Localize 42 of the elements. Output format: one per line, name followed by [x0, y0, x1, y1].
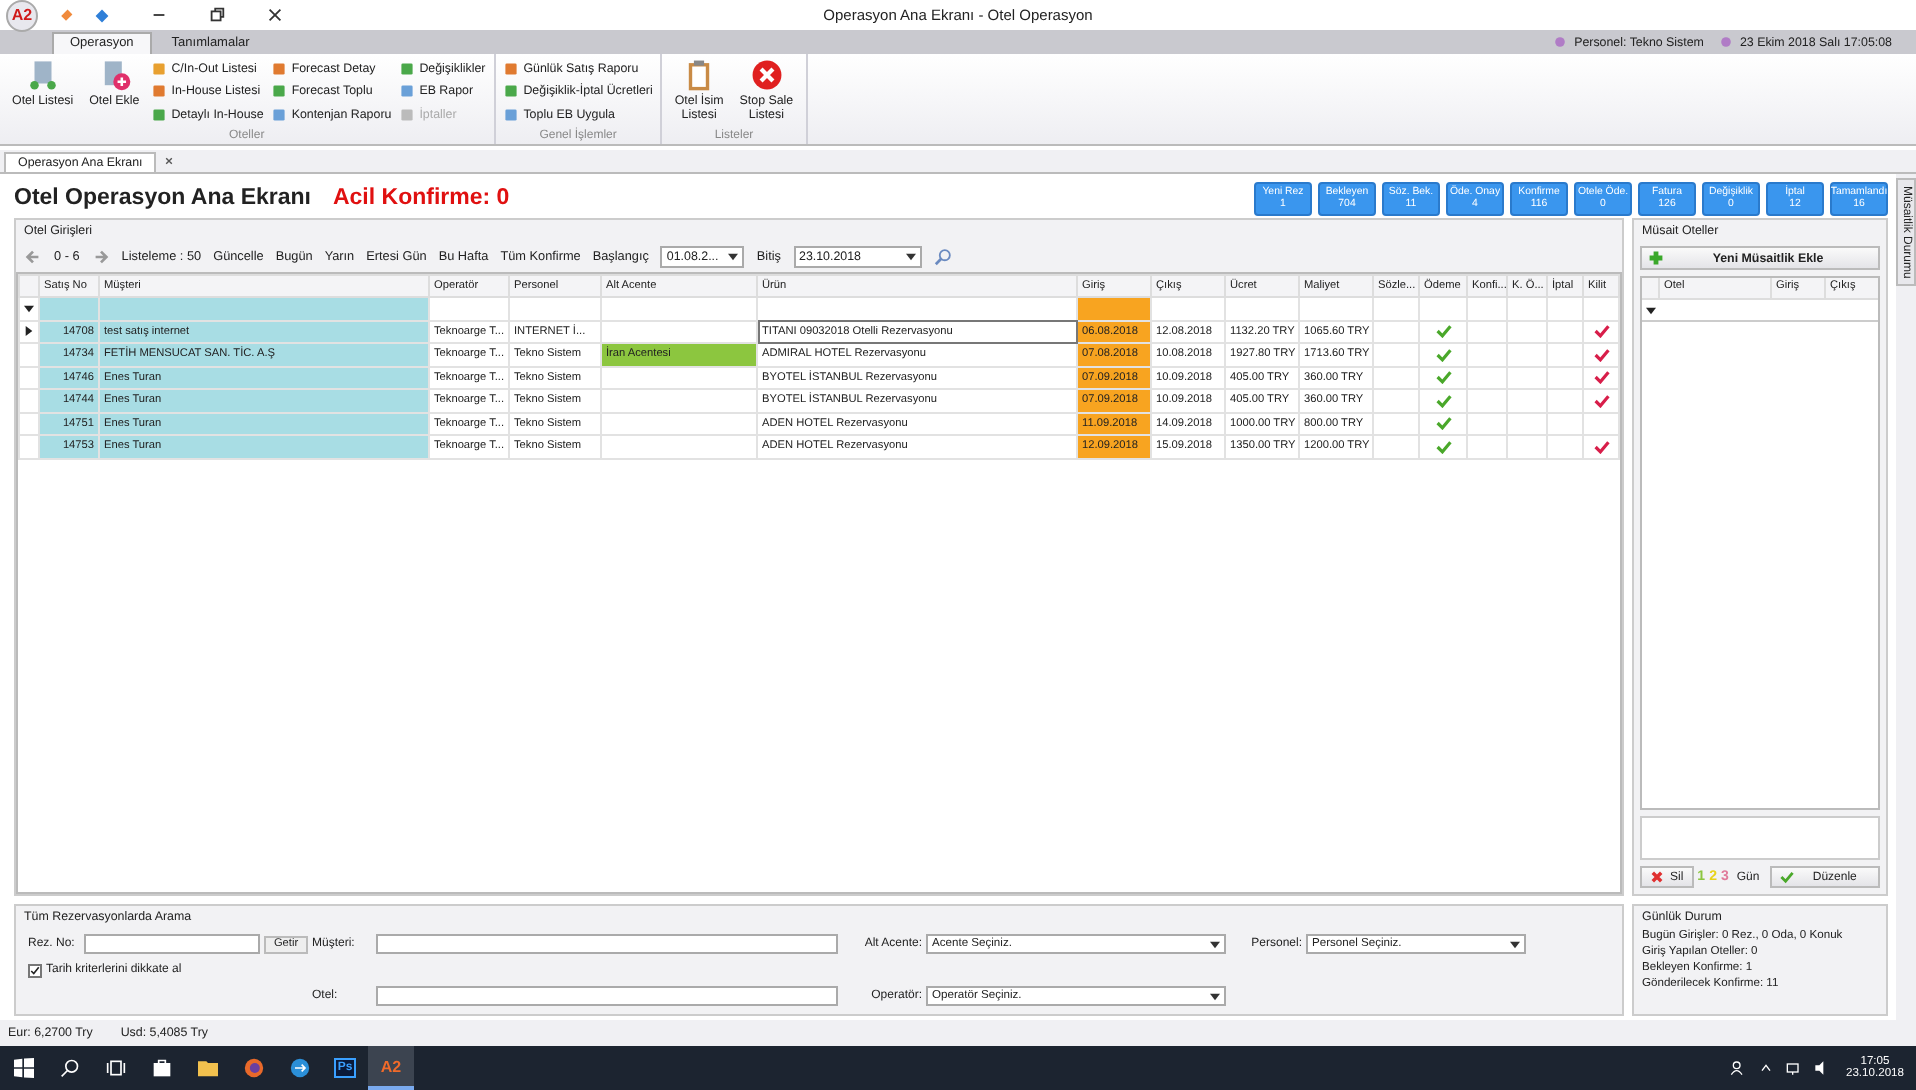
search-icon[interactable] — [933, 247, 951, 265]
caret-icon — [1210, 991, 1220, 1001]
app-logo: A2 — [380, 1057, 402, 1075]
user-icon — [1554, 36, 1567, 48]
windows-logo-icon — [13, 1058, 33, 1078]
search-icon — [59, 1058, 79, 1078]
building-icon — [25, 58, 60, 92]
filter-icon[interactable] — [1646, 305, 1656, 315]
check-icon — [1593, 439, 1609, 454]
caret-icon — [1210, 939, 1220, 949]
hotel-field[interactable] — [376, 986, 838, 1006]
note-field[interactable] — [1640, 816, 1880, 860]
caret-icon — [728, 251, 739, 261]
clock-icon — [1719, 36, 1732, 48]
task-view-icon — [105, 1058, 125, 1078]
browser-icon — [243, 1058, 263, 1078]
page-title: Otel Operasyon Ana Ekranı — [14, 186, 311, 210]
cross-icon — [1650, 870, 1664, 884]
alert-label: Acil Konfirme: 0 — [332, 186, 510, 210]
folder-icon — [197, 1058, 217, 1078]
close-icon[interactable] — [266, 6, 284, 24]
current-row-icon — [24, 326, 34, 337]
close-icon[interactable] — [162, 154, 177, 168]
diamond-icon[interactable] — [94, 7, 110, 23]
chevron-up-icon[interactable] — [1757, 1060, 1774, 1076]
back-arrow-icon[interactable] — [24, 247, 42, 265]
check-icon — [1779, 870, 1794, 884]
person-icon[interactable] — [1729, 1060, 1746, 1076]
caret-icon — [1510, 939, 1520, 949]
reservation-number-field[interactable] — [84, 934, 260, 954]
network-icon[interactable] — [1785, 1060, 1802, 1076]
restore-icon[interactable] — [208, 6, 226, 24]
plus-icon — [1648, 250, 1664, 266]
checkbox[interactable] — [28, 963, 42, 977]
customer-field[interactable] — [376, 934, 838, 954]
filter-icon[interactable] — [24, 303, 34, 314]
globe-icon — [289, 1058, 309, 1078]
caret-icon — [905, 251, 915, 261]
shopping-bag-icon — [151, 1058, 171, 1078]
stop-icon — [749, 58, 784, 92]
forward-arrow-icon[interactable] — [91, 247, 110, 265]
app-logo[interactable]: A2 — [6, 0, 38, 31]
